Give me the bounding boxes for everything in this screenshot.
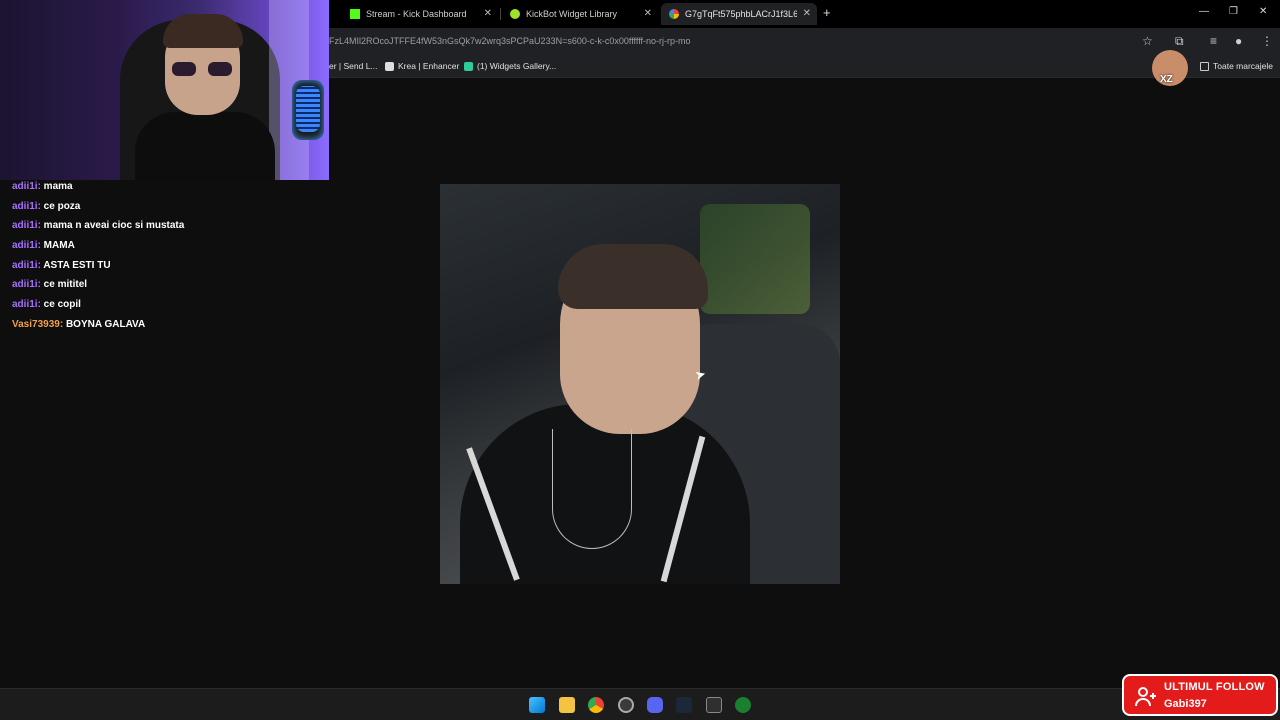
chat-text: BOYNA GALAVA [63,318,146,330]
discord-icon[interactable] [647,697,663,713]
bookmark-widgets-gallery[interactable]: (1) Widgets Gallery... [464,61,556,71]
streamer-webcam [0,0,329,180]
chat-message: adii1i: ce copil [12,298,372,318]
bookmark-send[interactable]: er | Send L... [329,61,378,71]
file-explorer-icon[interactable] [559,697,575,713]
chrome-icon[interactable] [588,697,604,713]
bookmark-krea[interactable]: Krea | Enhancer [385,61,459,71]
chat-text: ce mititel [40,279,88,291]
url-field[interactable]: FzL4MIl2ROcoJTFFE4fW53nGsQk7w2wrq3sPCPaU… [329,36,1109,46]
bookmark-label: er | Send L... [329,61,378,71]
bookmark-label: (1) Widgets Gallery... [477,61,557,71]
close-tab-icon[interactable]: ✕ [484,8,492,19]
streamer-hair [163,14,243,48]
chat-message: adii1i: mama [12,180,372,200]
close-tab-icon[interactable]: ✕ [644,8,652,19]
chat-username: adii1i: [12,299,41,311]
chat-text: ce copil [40,299,81,311]
epic-games-icon[interactable] [706,697,722,713]
chat-username: adii1i: [12,181,41,192]
tab-kickbot-widget-library[interactable]: KickBot Widget Library ✕ [502,3,658,25]
extensions-icon[interactable]: ⧉ [1175,34,1184,49]
chat-text: mama [40,181,73,192]
chat-username: adii1i: [12,200,41,212]
tab-separator [500,8,501,20]
widgets-icon [464,61,473,71]
streamer-body [135,112,275,180]
google-photos-icon [669,9,679,19]
viewed-photo [440,184,840,584]
chat-username: adii1i: [12,240,41,252]
microphone-light [296,86,320,132]
restore-icon[interactable]: ❐ [1229,6,1238,17]
folder-icon [1200,61,1209,71]
chat-text: ce poza [40,200,81,212]
new-tab-button[interactable]: + [823,5,831,20]
close-window-icon[interactable]: ✕ [1259,6,1267,17]
car-window [700,204,810,314]
steam-icon[interactable] [676,697,692,713]
obs-icon[interactable] [618,697,634,713]
close-tab-icon[interactable]: ✕ [803,8,811,19]
krea-icon [385,61,394,71]
chat-message: adii1i: ce mititel [12,278,372,298]
bookmark-label: Toate marcajele [1213,61,1274,71]
user-add-icon [1134,685,1158,709]
media-control-icon[interactable]: ≡ [1210,34,1217,48]
chat-username: Vasi73939: [12,318,64,330]
razer-icon[interactable] [735,697,751,713]
last-follow-alert: ULTIMUL FOLLOW Gabi397 [1122,674,1278,716]
chat-username: adii1i: [12,279,41,291]
necklace [552,429,632,549]
minimize-icon[interactable]: — [1199,6,1209,17]
kickbot-icon [510,9,520,19]
chat-text: ASTA ESTI TU [40,259,111,271]
chat-message: adii1i: ce poza [12,200,372,220]
chat-username: adii1i: [12,220,41,232]
avatar-badge: XZ [1160,74,1173,85]
chat-message: adii1i: ASTA ESTI TU [12,259,372,279]
chat-text: MAMA [40,240,75,252]
chat-text: mama n aveai cioc si mustata [40,220,185,232]
windows-taskbar [0,688,1280,720]
photo-person-hair [558,244,708,309]
follow-alert-title: ULTIMUL FOLLOW [1164,681,1265,693]
menu-kebab-icon[interactable]: ⋮ [1261,34,1273,48]
chat-message: adii1i: MAMA [12,239,372,259]
chat-message: Vasi73939: BOYNA GALAVA [12,318,372,338]
kick-icon [350,9,360,19]
bookmark-label: Krea | Enhancer [398,61,460,71]
all-bookmarks[interactable]: Toate marcajele [1200,61,1273,71]
tab-google-photo[interactable]: G7gTqFt575phbLACrJ1f3L6odc ✕ [661,3,817,25]
tab-label: Stream - Kick Dashboard [366,9,467,19]
follow-alert-name: Gabi397 [1164,698,1207,710]
tab-kick-dashboard[interactable]: Stream - Kick Dashboard ✕ [342,3,498,25]
chat-username: adii1i: [12,259,41,271]
sunglasses [172,62,234,76]
profile-icon[interactable]: ● [1235,34,1242,48]
tab-label: G7gTqFt575phbLACrJ1f3L6odc [685,9,797,19]
chat-message: adii1i: mama n aveai cioc si mustata [12,219,372,239]
bookmark-star-icon[interactable]: ☆ [1142,34,1153,48]
stream-chat: adii1i: mama adii1i: ce poza adii1i: mam… [12,180,372,338]
windows-start-icon[interactable] [529,697,545,713]
tab-label: KickBot Widget Library [526,9,618,19]
